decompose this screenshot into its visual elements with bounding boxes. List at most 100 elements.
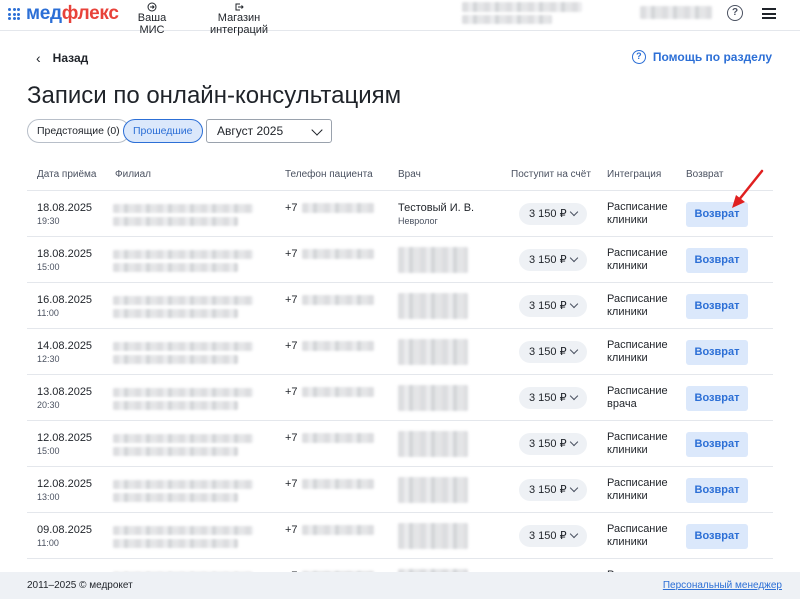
table-row: 12.08.2025 15:00 +7 3 150 ₽ Расписание кли… — [27, 421, 773, 467]
time-value: 12:30 — [37, 354, 60, 364]
redacted-branch — [113, 386, 253, 410]
date-value: 12.08.2025 — [37, 432, 93, 444]
amount-value: 3 150 ₽ — [529, 438, 567, 450]
time-value: 19:30 — [37, 216, 60, 226]
integration-line-2: клиники — [607, 352, 648, 364]
redacted-doctor — [398, 339, 468, 365]
table-row: 18.08.2025 19:30 +7 Тестовый И. В. Невроло… — [27, 191, 773, 237]
redacted-phone — [301, 295, 374, 305]
phone-prefix: +7 — [285, 294, 298, 306]
refund-button[interactable]: Возврат — [686, 524, 748, 549]
integration-type: Расписание клиники — [607, 201, 668, 227]
consultations-table: Дата приёма Филиал Телефон пациента Врач… — [27, 159, 773, 572]
table-row: +7 Расписание — [27, 559, 773, 572]
col-branch[interactable]: Филиал — [115, 169, 151, 180]
redacted-phone — [301, 203, 374, 213]
patient-phone: +7 — [285, 202, 374, 214]
table-body: 18.08.2025 19:30 +7 Тестовый И. В. Невроло… — [27, 191, 773, 572]
amount-value: 3 150 ₽ — [529, 346, 567, 358]
redacted-phone — [301, 479, 374, 489]
appointment-date: 12.08.2025 15:00 — [37, 432, 92, 456]
footer: 2011–2025 © медрокет Персональный менедж… — [0, 572, 800, 599]
amount-value: 3 150 ₽ — [529, 392, 567, 404]
amount-dropdown[interactable]: 3 150 ₽ — [519, 525, 587, 547]
chevron-down-icon — [569, 299, 579, 309]
chevron-down-icon — [569, 437, 579, 447]
col-phone[interactable]: Телефон пациента — [285, 169, 373, 180]
personal-manager-link[interactable]: Персональный менеджер — [663, 580, 782, 591]
amount-dropdown[interactable]: 3 150 ₽ — [519, 479, 587, 501]
integration-line-1: Расписание — [607, 431, 668, 443]
redacted-branch — [113, 202, 253, 226]
appointment-date: 09.08.2025 11:00 — [37, 524, 92, 548]
phone-prefix: +7 — [285, 432, 298, 444]
refund-button[interactable]: Возврат — [686, 386, 748, 411]
amount-dropdown[interactable]: 3 150 ₽ — [519, 433, 587, 455]
integration-line-1: Расписание — [607, 247, 668, 259]
time-value: 13:00 — [37, 492, 60, 502]
refund-button[interactable]: Возврат — [686, 432, 748, 457]
doctor: Тестовый И. В. Невролог — [398, 202, 474, 226]
redacted-phone — [301, 249, 374, 259]
date-value: 12.08.2025 — [37, 478, 93, 490]
integration-type: Расписание врача — [607, 385, 668, 411]
refund-button[interactable]: Возврат — [686, 340, 748, 365]
col-doctor[interactable]: Врач — [398, 169, 421, 180]
col-refund[interactable]: Возврат — [686, 169, 724, 180]
patient-phone: +7 — [285, 294, 374, 306]
appointment-date: 13.08.2025 20:30 — [37, 386, 92, 410]
integration-type: Расписание клиники — [607, 247, 668, 273]
date-value: 09.08.2025 — [37, 524, 93, 536]
amount-dropdown[interactable]: 3 150 ₽ — [519, 341, 587, 363]
date-value: 13.08.2025 — [37, 386, 93, 398]
integration-line-1: Расписание — [607, 339, 668, 351]
redacted-doctor — [398, 293, 468, 319]
amount-value: 3 150 ₽ — [529, 530, 567, 542]
redacted-branch — [113, 524, 253, 548]
chevron-down-icon — [569, 391, 579, 401]
amount-value: 3 150 ₽ — [529, 254, 567, 266]
integration-line-2: клиники — [607, 444, 648, 456]
redacted-phone — [301, 433, 374, 443]
col-amount[interactable]: Поступит на счёт — [511, 169, 591, 180]
integration-type: Расписание клиники — [607, 477, 668, 503]
redacted-branch — [113, 340, 253, 364]
amount-dropdown[interactable]: 3 150 ₽ — [519, 203, 587, 225]
chevron-down-icon — [569, 483, 579, 493]
col-integration[interactable]: Интеграция — [607, 169, 661, 180]
refund-button[interactable]: Возврат — [686, 294, 748, 319]
integration-line-2: врача — [607, 398, 637, 410]
phone-prefix: +7 — [285, 524, 298, 536]
amount-value: 3 150 ₽ — [529, 484, 567, 496]
refund-button[interactable]: Возврат — [686, 478, 748, 503]
phone-prefix: +7 — [285, 386, 298, 398]
redacted-doctor — [398, 477, 468, 503]
patient-phone: +7 — [285, 524, 374, 536]
amount-dropdown[interactable]: 3 150 ₽ — [519, 249, 587, 271]
redacted-doctor — [398, 385, 468, 411]
appointment-date: 18.08.2025 19:30 — [37, 202, 92, 226]
phone-prefix: +7 — [285, 202, 298, 214]
date-value: 18.08.2025 — [37, 202, 93, 214]
time-value: 20:30 — [37, 400, 60, 410]
redacted-phone — [301, 525, 374, 535]
table-row: 09.08.2025 11:00 +7 3 150 ₽ Расписание кли… — [27, 513, 773, 559]
amount-dropdown[interactable]: 3 150 ₽ — [519, 295, 587, 317]
appointment-date: 14.08.2025 12:30 — [37, 340, 92, 364]
integration-type: Расписание клиники — [607, 293, 668, 319]
appointment-date: 18.08.2025 15:00 — [37, 248, 92, 272]
amount-dropdown[interactable]: 3 150 ₽ — [519, 387, 587, 409]
col-date[interactable]: Дата приёма — [37, 169, 96, 180]
patient-phone: +7 — [285, 340, 374, 352]
integration-line-2: клиники — [607, 490, 648, 502]
time-value: 15:00 — [37, 262, 60, 272]
refund-button[interactable]: Возврат — [686, 248, 748, 273]
integration-line-1: Расписание — [607, 201, 668, 213]
highlight-arrow-icon — [732, 169, 764, 208]
patient-phone: +7 — [285, 386, 374, 398]
copyright: 2011–2025 © медрокет — [27, 580, 133, 591]
table-row: 13.08.2025 20:30 +7 3 150 ₽ Расписание вра… — [27, 375, 773, 421]
time-value: 11:00 — [37, 308, 59, 318]
redacted-doctor — [398, 523, 468, 549]
appointment-date: 16.08.2025 11:00 — [37, 294, 92, 318]
